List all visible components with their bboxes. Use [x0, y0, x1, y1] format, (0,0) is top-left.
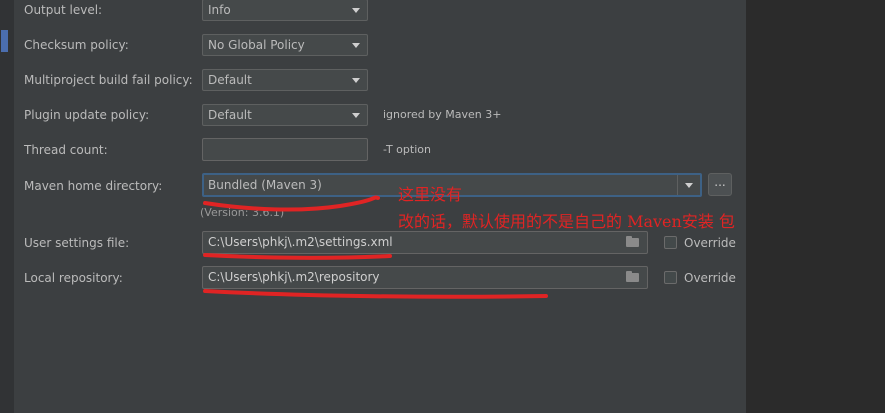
maven-home-value: Bundled (Maven 3) [208, 178, 322, 192]
dropdown-separator [677, 175, 678, 195]
thread-count-input[interactable] [202, 138, 368, 161]
output-level-value: Info [208, 3, 231, 17]
output-level-label: Output level: [24, 3, 103, 17]
multiproject-fail-policy-value: Default [208, 73, 252, 87]
chevron-down-icon [352, 8, 360, 13]
thread-count-label: Thread count: [24, 143, 108, 157]
maven-version-label: (Version: 3.6.1) [200, 206, 285, 219]
local-repository-label: Local repository: [24, 271, 123, 285]
plugin-update-policy-label: Plugin update policy: [24, 108, 150, 122]
folder-icon[interactable] [626, 236, 639, 247]
plugin-update-policy-value: Default [208, 108, 252, 122]
checksum-policy-label: Checksum policy: [24, 38, 129, 52]
chevron-down-icon [352, 43, 360, 48]
browse-maven-home-button[interactable]: ... [708, 173, 732, 196]
settings-tree-edge [0, 0, 14, 413]
local-repository-input[interactable]: C:\Users\phkj\.m2\repository [202, 266, 648, 289]
user-settings-override-checkbox[interactable] [664, 236, 677, 249]
user-settings-override-label[interactable]: Override [684, 236, 736, 250]
user-settings-value: C:\Users\phkj\.m2\settings.xml [208, 235, 393, 249]
user-settings-input[interactable]: C:\Users\phkj\.m2\settings.xml [202, 231, 648, 254]
underline-local-repository [203, 289, 548, 299]
annotation-note-line1: 这里没有 [398, 185, 463, 204]
chevron-down-icon [685, 183, 693, 188]
local-repository-override-checkbox[interactable] [664, 271, 677, 284]
underline-user-settings [203, 253, 392, 260]
multiproject-fail-policy-label: Multiproject build fail policy: [24, 73, 193, 87]
user-settings-label: User settings file: [24, 236, 130, 250]
output-level-dropdown[interactable]: Info [202, 0, 368, 21]
local-repository-value: C:\Users\phkj\.m2\repository [208, 270, 380, 284]
maven-home-label: Maven home directory: [24, 179, 163, 193]
checksum-policy-value: No Global Policy [208, 38, 305, 52]
thread-count-hint: -T option [383, 143, 431, 156]
multiproject-fail-policy-dropdown[interactable]: Default [202, 69, 368, 91]
chevron-down-icon [352, 78, 360, 83]
local-repository-override-label[interactable]: Override [684, 271, 736, 285]
folder-icon[interactable] [626, 271, 639, 282]
selected-tree-item-marker [1, 30, 8, 52]
window-background-edge [746, 0, 885, 413]
plugin-update-policy-dropdown[interactable]: Default [202, 104, 368, 126]
chevron-down-icon [352, 113, 360, 118]
annotation-note-line2: 改的话，默认使用的不是自己的 Maven安装 包 [398, 212, 735, 231]
plugin-update-policy-hint: ignored by Maven 3+ [383, 108, 502, 121]
checksum-policy-dropdown[interactable]: No Global Policy [202, 34, 368, 56]
